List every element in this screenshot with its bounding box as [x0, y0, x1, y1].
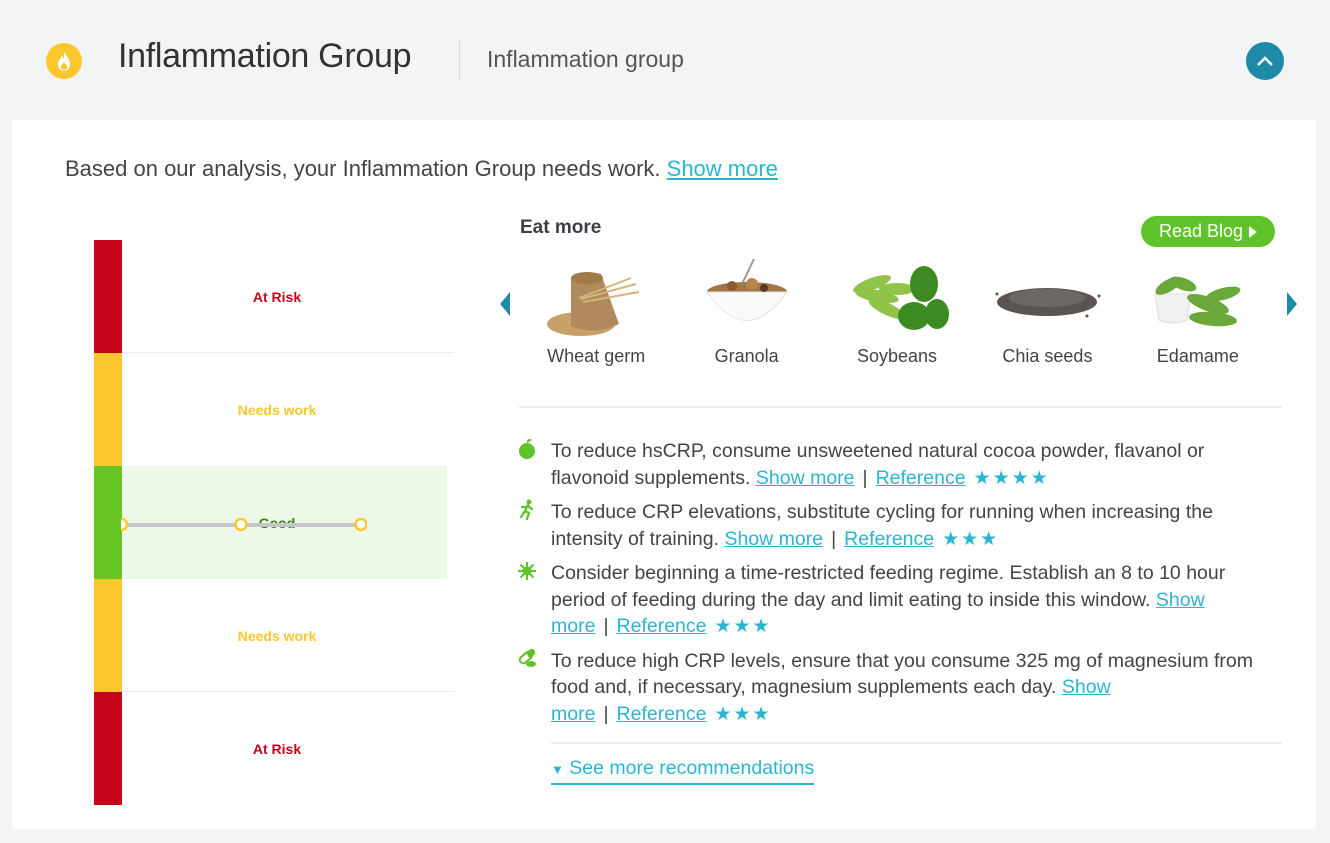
food-carousel: Wheat germ Granola Soybeans Chia seeds E… [521, 252, 1273, 382]
read-blog-label: Read Blog [1158, 221, 1244, 241]
evidence-stars: ★★★ [714, 703, 772, 725]
recommendation-item: To reduce hsCRP, consume unsweetened nat… [517, 438, 1257, 492]
separator: | [862, 466, 868, 489]
recommendation-item: To reduce high CRP levels, ensure that y… [517, 648, 1257, 729]
food-item[interactable]: Granola [671, 252, 821, 382]
food-item[interactable]: Chia seeds [972, 252, 1122, 382]
evidence-stars: ★★★ [714, 616, 772, 637]
food-name: Wheat germ [547, 346, 646, 366]
show-more-link[interactable]: Show more [724, 528, 823, 550]
recommendation-item: Consider beginning a time-restricted fee… [517, 560, 1257, 641]
marker-point [121, 518, 129, 532]
carousel-prev-arrow[interactable] [500, 292, 510, 316]
see-more-recommendations-link[interactable]: ▼ See more recommendations [551, 756, 815, 785]
scale-color-bar [94, 692, 122, 805]
scale-band-needs-work-bottom: Needs work [94, 579, 454, 692]
separator: | [831, 527, 837, 550]
see-more-label: See more recommendations [569, 757, 815, 779]
summary-show-more-link[interactable]: Show more [667, 156, 778, 181]
section-divider [519, 406, 1282, 408]
recommendation-text: To reduce high CRP levels, ensure that y… [551, 649, 1253, 699]
scale-label: Needs work [237, 627, 317, 644]
sun-icon [517, 560, 537, 582]
food-item[interactable]: Wheat germ [521, 252, 671, 382]
reference-link[interactable]: Reference [617, 615, 707, 637]
running-icon [517, 499, 537, 521]
reference-link[interactable]: Reference [844, 528, 934, 550]
group-card: Based on our analysis, your Inflammation… [12, 120, 1316, 829]
scale-color-bar [94, 240, 122, 353]
chia-seeds-image [987, 252, 1107, 342]
recommendation-text: Consider beginning a time-restricted fee… [551, 562, 1226, 611]
pill-icon [517, 648, 537, 670]
flame-icon [46, 43, 82, 79]
apple-icon [517, 438, 537, 460]
page-subtitle: Inflammation group [487, 46, 684, 72]
evidence-stars: ★★★★ [973, 467, 1050, 489]
separator: | [603, 615, 609, 637]
header-divider [459, 40, 460, 80]
read-blog-button[interactable]: Read Blog [1141, 216, 1275, 247]
recommendations-list: To reduce hsCRP, consume unsweetened nat… [517, 438, 1257, 735]
eat-more-title: Eat more [520, 217, 602, 238]
scale-color-bar [94, 353, 122, 466]
summary-sentence: Based on our analysis, your Inflammation… [65, 156, 667, 181]
scale-label: At Risk [252, 740, 302, 757]
reference-link[interactable]: Reference [876, 467, 966, 489]
caret-down-icon: ▼ [551, 762, 564, 777]
scale-color-bar [94, 466, 122, 579]
marker-point [354, 518, 367, 532]
food-name: Granola [714, 346, 779, 366]
edamame-image [1138, 252, 1258, 342]
granola-image [687, 252, 807, 342]
wheat-germ-image [536, 252, 656, 342]
chevron-up-icon [1257, 56, 1273, 66]
scale-label: At Risk [252, 288, 302, 305]
recommendations-divider [551, 742, 1282, 744]
reference-link[interactable]: Reference [617, 703, 707, 725]
recommendation-item: To reduce CRP elevations, substitute cyc… [517, 499, 1257, 553]
summary-text: Based on our analysis, your Inflammation… [65, 156, 778, 182]
group-header: Inflammation Group Inflammation group [0, 0, 1330, 120]
page-title: Inflammation Group [118, 37, 412, 75]
food-name: Chia seeds [1002, 346, 1093, 366]
carousel-next-arrow[interactable] [1287, 292, 1297, 316]
food-item[interactable]: Edamame [1123, 252, 1273, 382]
separator: | [603, 702, 609, 725]
score-marker [121, 518, 367, 532]
food-name: Soybeans [856, 346, 938, 366]
soybeans-image [837, 252, 957, 342]
scale-color-bar [94, 579, 122, 692]
scale-band-at-risk-bottom: At Risk [94, 692, 454, 805]
scale-band-at-risk-top: At Risk [94, 240, 454, 353]
show-more-link[interactable]: Show more [756, 467, 855, 489]
evidence-stars: ★★★ [942, 528, 1000, 550]
scale-band-needs-work-top: Needs work [94, 353, 454, 466]
food-name: Edamame [1156, 346, 1239, 366]
status-scale: At Risk Needs work Good Needs work At Ri… [94, 240, 454, 805]
play-arrow-icon [1249, 225, 1258, 238]
food-item[interactable]: Soybeans [822, 252, 972, 382]
marker-point [234, 518, 248, 532]
scale-label: Needs work [237, 401, 317, 418]
collapse-button[interactable] [1246, 42, 1284, 80]
